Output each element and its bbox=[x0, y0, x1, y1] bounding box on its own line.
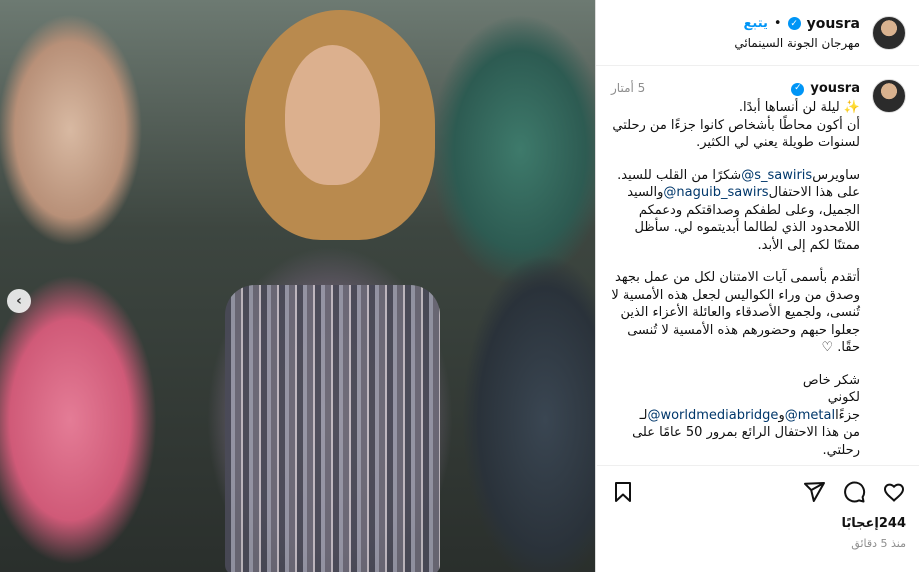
follow-button[interactable]: يتبع bbox=[744, 16, 768, 31]
caption-paragraph-4: شكر خاص لكوني جزءًا@metalو@worldmediabrid… bbox=[611, 372, 860, 460]
caption-area: yousra ✓ 5 أمتار ✨ ليلة لن أنساها أبدًا.… bbox=[597, 67, 919, 464]
caption-line-2: أن أكون محاطًا بأشخاص كانوا جزءًا من رحل… bbox=[612, 117, 860, 151]
caption-line-1: ✨ ليلة لن أنساها أبدًا. bbox=[738, 100, 860, 115]
mention-link[interactable]: @worldmediabridge bbox=[647, 408, 778, 423]
post-header: yousra ✓ • يتبع مهرجان الجونة السينمائي bbox=[596, 0, 919, 66]
caption-text: من هذا الاحتفال الرائع بمرور 50 عامًا عل… bbox=[632, 425, 860, 458]
caption-paragraph-2: ساويرس@s_sawirisشكرًا من القلب للسيد. عل… bbox=[611, 167, 860, 255]
post-media[interactable]: ‹ bbox=[0, 0, 595, 572]
media-dress-shape bbox=[225, 285, 440, 572]
caption-text: ساويرس bbox=[812, 167, 860, 183]
caption-paragraph-3: أتقدم بأسمى آيات الامتنان لكل من عمل بجه… bbox=[611, 270, 860, 355]
likes-count[interactable]: 244إعجابًا bbox=[597, 516, 919, 531]
separator-dot: • bbox=[773, 16, 782, 31]
mention-link[interactable]: @s_sawiris bbox=[741, 168, 812, 183]
caption-paragraph-1: ✨ ليلة لن أنساها أبدًا. أن أكون محاطًا بأ… bbox=[611, 99, 860, 152]
caption-body: yousra ✓ 5 أمتار ✨ ليلة لن أنساها أبدًا.… bbox=[611, 79, 860, 464]
header-text: yousra ✓ • يتبع مهرجان الجونة السينمائي bbox=[734, 16, 860, 50]
heart-icon[interactable] bbox=[882, 480, 906, 504]
prev-image-button[interactable]: ‹ bbox=[7, 289, 31, 313]
author-avatar[interactable] bbox=[872, 15, 906, 50]
bookmark-icon[interactable] bbox=[611, 480, 635, 504]
caption-time[interactable]: 5 أمتار bbox=[611, 80, 645, 98]
actions-bar: 244إعجابًا منذ 5 دقائق bbox=[597, 465, 919, 573]
caption-avatar[interactable] bbox=[872, 79, 906, 113]
comment-icon[interactable] bbox=[842, 480, 866, 504]
verified-badge-icon: ✓ bbox=[791, 82, 805, 96]
media-face-shape bbox=[285, 45, 380, 185]
author-username[interactable]: yousra bbox=[807, 16, 860, 32]
verified-badge-icon: ✓ bbox=[787, 17, 801, 30]
mention-link[interactable]: @naguib_sawirs bbox=[663, 185, 768, 200]
share-icon[interactable] bbox=[802, 480, 826, 504]
post-location[interactable]: مهرجان الجونة السينمائي bbox=[734, 36, 860, 50]
caption-text: شكر خاص bbox=[802, 372, 860, 388]
chevron-left-icon: ‹ bbox=[16, 293, 22, 309]
post-side-panel: yousra ✓ • يتبع مهرجان الجونة السينمائي … bbox=[595, 0, 919, 572]
post-timestamp[interactable]: منذ 5 دقائق bbox=[597, 531, 919, 550]
caption-username[interactable]: yousra bbox=[810, 80, 860, 98]
mention-link[interactable]: @metal bbox=[785, 408, 835, 423]
